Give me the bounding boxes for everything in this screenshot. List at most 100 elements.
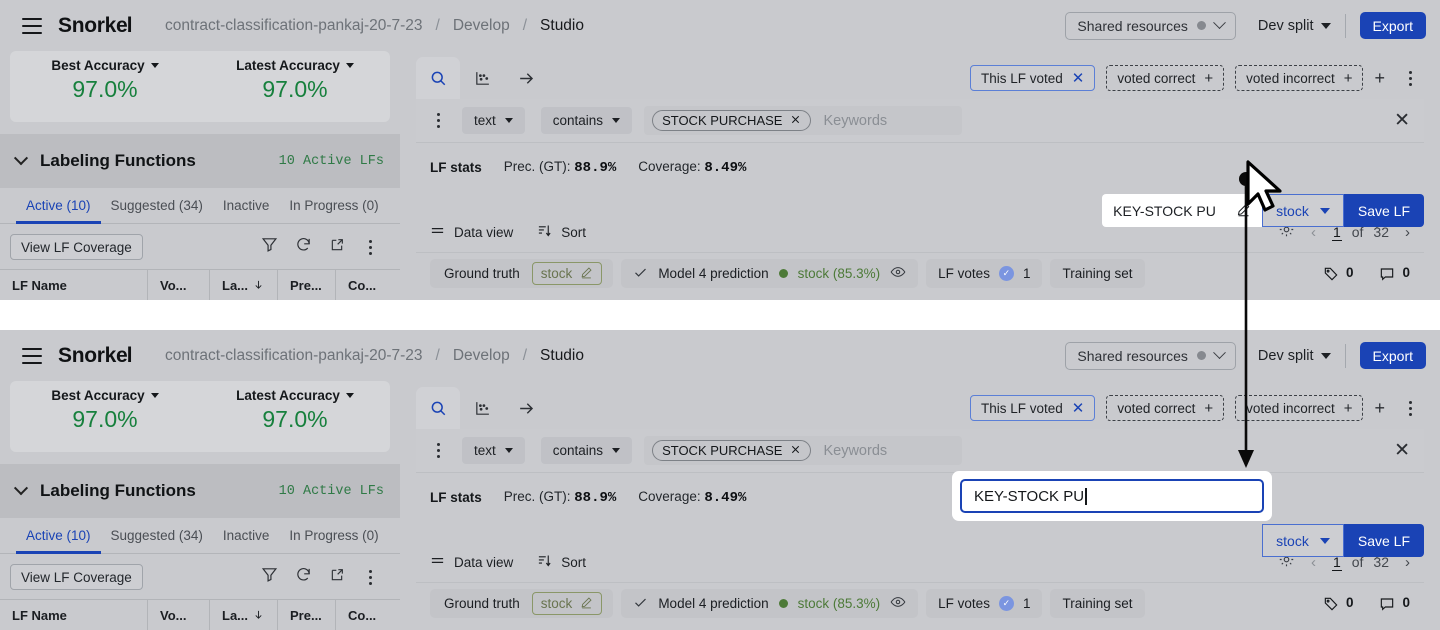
chip-voted-correct[interactable]: voted correct + [1106,65,1225,91]
close-icon[interactable] [790,443,801,458]
close-icon[interactable]: ✕ [1394,441,1410,460]
tab-inactive[interactable]: Inactive [213,188,280,224]
export-button[interactable]: Export [1359,12,1426,39]
labeling-functions-header[interactable]: Labeling Functions 10 Active LFs [0,134,400,188]
close-icon[interactable]: ✕ [1072,71,1085,86]
view-lf-coverage-button[interactable]: View LF Coverage [10,564,143,590]
pencil-icon[interactable] [580,596,593,612]
search-icon[interactable] [416,387,460,429]
plus-icon[interactable]: + [1204,71,1213,86]
close-icon[interactable]: ✕ [1072,401,1085,416]
lf-votes-pill[interactable]: LF votes ✓ 1 [926,589,1043,618]
tab-in-progress[interactable]: In Progress (0) [279,188,388,224]
tab-inactive[interactable]: Inactive [213,518,280,554]
breadcrumb-project[interactable]: contract-classification-pankaj-20-7-23 [165,347,423,365]
chart-scatter-icon[interactable] [460,57,504,99]
breadcrumb-studio[interactable]: Studio [540,17,584,35]
field-select[interactable]: text [462,437,525,464]
lf-label-select[interactable]: stock [1262,524,1344,557]
operator-select[interactable]: contains [540,437,633,464]
breadcrumb-develop[interactable]: Develop [453,347,510,365]
ground-truth-pill[interactable]: Ground truth stock [430,259,614,288]
ground-truth-badge[interactable]: stock [531,592,603,615]
training-set-pill[interactable]: Training set [1050,259,1145,288]
more-vertical-icon[interactable] [362,569,378,585]
export-button[interactable]: Export [1359,342,1426,369]
chevron-down-icon[interactable] [13,481,29,496]
shared-resources-select[interactable]: Shared resources [1065,11,1236,40]
refresh-icon[interactable] [295,566,312,588]
close-icon[interactable] [790,113,801,128]
column-coverage[interactable]: Co... [336,600,400,630]
filter-icon[interactable] [261,236,278,258]
latest-accuracy-label[interactable]: Latest Accuracy [236,388,354,403]
data-view-toggle[interactable]: Data view [430,553,513,571]
data-view-toggle[interactable]: Data view [430,223,513,241]
shared-resources-select[interactable]: Shared resources [1065,341,1236,370]
eye-icon[interactable] [890,264,906,283]
comment-count-group[interactable]: 0 [1379,265,1410,281]
dev-split-select[interactable]: Dev split [1258,348,1331,364]
breadcrumb-develop[interactable]: Develop [453,17,510,35]
plus-icon[interactable]: + [1344,71,1353,86]
keyword-chip[interactable]: STOCK PURCHASE [652,440,812,461]
arrow-right-icon[interactable] [504,387,548,429]
more-vertical-icon[interactable] [362,239,378,255]
keyword-chip[interactable]: STOCK PURCHASE [652,110,812,131]
search-icon[interactable] [416,57,460,99]
open-external-icon[interactable] [329,237,345,258]
eye-icon[interactable] [890,594,906,613]
refresh-icon[interactable] [295,236,312,258]
keywords-input[interactable]: STOCK PURCHASE Keywords [644,106,963,135]
drag-handle-icon[interactable] [430,443,446,458]
dev-split-select[interactable]: Dev split [1258,18,1331,34]
chevron-down-icon[interactable] [13,151,29,166]
breadcrumb-project[interactable]: contract-classification-pankaj-20-7-23 [165,17,423,35]
view-lf-coverage-button[interactable]: View LF Coverage [10,234,143,260]
plus-icon[interactable]: + [1344,401,1353,416]
add-filter-button[interactable]: + [1374,399,1385,417]
plus-icon[interactable]: + [1204,401,1213,416]
column-coverage[interactable]: Co... [336,270,400,300]
lf-name-input[interactable]: KEY-STOCK PU [1102,194,1263,227]
column-precision[interactable]: Pre... [278,600,336,630]
filter-icon[interactable] [261,566,278,588]
keywords-input[interactable]: STOCK PURCHASE Keywords [644,436,963,465]
hamburger-menu-icon[interactable] [22,17,42,34]
more-vertical-icon[interactable] [1402,400,1418,416]
column-label[interactable]: La... [210,270,278,300]
drag-handle-icon[interactable] [430,113,446,128]
model-prediction-pill[interactable]: Model 4 prediction stock (85.3%) [621,589,919,618]
best-accuracy-label[interactable]: Best Accuracy [51,58,159,73]
lf-votes-pill[interactable]: LF votes ✓ 1 [926,259,1043,288]
labeling-functions-header[interactable]: Labeling Functions 10 Active LFs [0,464,400,518]
chip-voted-incorrect[interactable]: voted incorrect + [1235,65,1364,91]
chip-this-lf-voted[interactable]: This LF voted ✕ [969,65,1096,91]
tab-in-progress[interactable]: In Progress (0) [279,518,388,554]
column-label[interactable]: La... [210,600,278,630]
operator-select[interactable]: contains [540,107,633,134]
save-lf-button[interactable]: Save LF [1343,524,1424,557]
field-select[interactable]: text [462,107,525,134]
column-votes[interactable]: Vo... [148,270,210,300]
tab-suggested[interactable]: Suggested (34) [101,518,213,554]
tag-count-group[interactable]: 0 [1323,265,1353,281]
best-accuracy-label[interactable]: Best Accuracy [51,388,159,403]
save-lf-button[interactable]: Save LF [1343,194,1424,227]
chip-voted-correct[interactable]: voted correct + [1106,395,1225,421]
breadcrumb-studio[interactable]: Studio [540,347,584,365]
ground-truth-badge[interactable]: stock [531,262,603,285]
tab-suggested[interactable]: Suggested (34) [101,188,213,224]
chip-voted-incorrect[interactable]: voted incorrect + [1235,395,1364,421]
lf-name-input[interactable]: KEY-STOCK PU [960,479,1264,513]
more-vertical-icon[interactable] [1402,70,1418,86]
close-icon[interactable]: ✕ [1394,111,1410,130]
comment-count-group[interactable]: 0 [1379,595,1410,611]
tag-count-group[interactable]: 0 [1323,595,1353,611]
sort-button[interactable]: Sort [537,223,586,241]
tab-active[interactable]: Active (10) [16,188,101,224]
tab-active[interactable]: Active (10) [16,518,101,554]
latest-accuracy-label[interactable]: Latest Accuracy [236,58,354,73]
chart-scatter-icon[interactable] [460,387,504,429]
arrow-right-icon[interactable] [504,57,548,99]
